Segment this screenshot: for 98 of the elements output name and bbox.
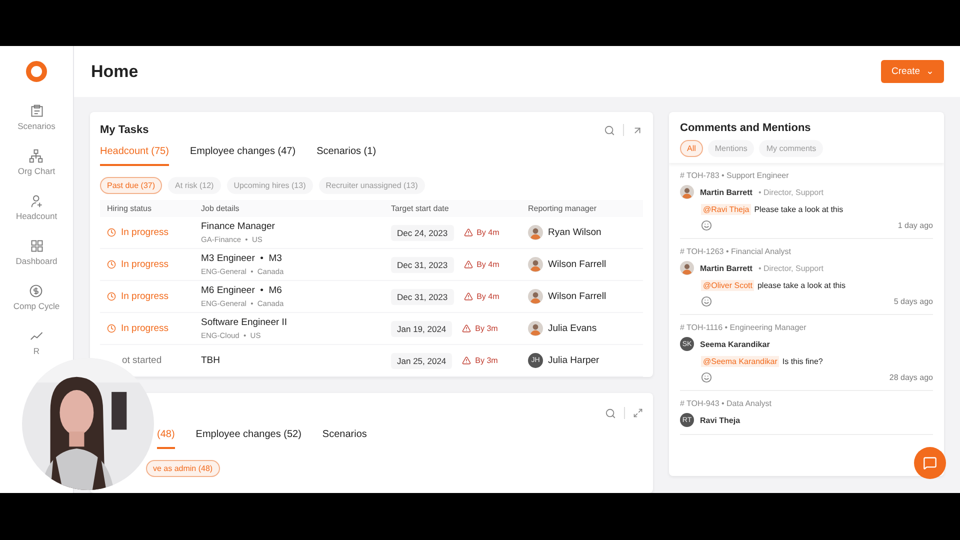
expand-icon[interactable] <box>633 408 643 418</box>
author-role: • Director, Support <box>758 264 824 272</box>
comment-time: 5 days ago <box>894 297 933 306</box>
avatar <box>528 289 543 304</box>
manager-name: Julia Evans <box>548 323 597 334</box>
comment-text: please take a look at this <box>757 281 846 290</box>
author-name: Ravi Theja <box>700 416 740 424</box>
date-chip: Jan 19, 2024 <box>391 320 452 336</box>
job-title: Software Engineer II <box>201 317 288 328</box>
mention-tag[interactable]: @Ravi Theja <box>701 204 752 215</box>
mention-tag[interactable]: @Oliver Scott <box>701 280 754 291</box>
warning-icon <box>464 292 473 301</box>
risk-label: By 3m <box>475 356 498 365</box>
job-title: Finance Manager <box>201 221 276 232</box>
job-title: M6 Engineer • M6 <box>201 285 283 296</box>
author-role: • Director, Support <box>758 188 824 196</box>
sidebar-item[interactable]: Dashboard <box>16 239 58 266</box>
status-label: In progress <box>107 323 169 334</box>
page-title: Home <box>91 62 138 82</box>
filter-chip[interactable]: Recruiter unassigned (13) <box>318 177 425 194</box>
dollar-icon <box>29 284 44 298</box>
risk-label: By 4m <box>476 228 500 237</box>
search-icon[interactable] <box>605 408 616 418</box>
job-title: M3 Engineer • M3 <box>201 253 283 264</box>
card-title: Comments and Mentions <box>680 122 812 134</box>
manager-name: Wilson Farrell <box>548 259 606 270</box>
risk-label: By 4m <box>476 260 500 269</box>
avatar <box>528 225 543 240</box>
warning-icon <box>464 260 473 269</box>
filter-chip[interactable]: Mentions <box>708 140 754 157</box>
comment-reference: # TOH-783 • Support Engineer <box>680 171 790 180</box>
date-chip: Dec 31, 2023 <box>391 288 454 304</box>
sidebar-item[interactable]: Headcount <box>16 194 58 221</box>
filter-chip[interactable]: Past due (37) <box>100 177 162 194</box>
manager-name: Julia Harper <box>548 355 600 366</box>
comment-time: 1 day ago <box>898 221 933 230</box>
job-title: TBH <box>201 355 221 366</box>
table-header: Hiring status Job details Target start date Reporting manager <box>100 200 643 217</box>
warning-icon <box>462 356 472 365</box>
clock-icon <box>107 292 116 301</box>
avatar <box>680 185 694 199</box>
sidebar-item[interactable]: Org Chart <box>18 149 56 176</box>
risk-label: By 3m <box>475 324 498 333</box>
risk-label: By 4m <box>476 292 500 301</box>
search-icon[interactable] <box>604 124 615 136</box>
warning-icon <box>464 228 473 237</box>
author-name: Martin Barrett <box>700 188 752 196</box>
org-chart-icon <box>29 149 44 163</box>
avatar <box>528 321 543 336</box>
filter-chip[interactable]: At risk (12) <box>168 177 221 194</box>
filter-chip[interactable]: All <box>680 140 703 157</box>
tab[interactable]: Employee changes (52) <box>196 427 302 449</box>
sidebar-item[interactable]: R <box>30 329 44 356</box>
chat-icon <box>923 456 937 470</box>
tab[interactable]: Scenarios <box>322 427 367 449</box>
avatar <box>680 261 694 275</box>
tab[interactable]: Employee changes (47) <box>190 144 296 166</box>
status-label: In progress <box>107 227 169 238</box>
sidebar-item[interactable]: Scenarios <box>18 104 56 131</box>
warning-icon <box>462 324 472 333</box>
person-add-icon <box>30 194 44 208</box>
manager-name: Wilson Farrell <box>548 291 606 302</box>
comment-reference: # TOH-1116 • Engineering Manager <box>680 323 808 332</box>
filter-chip[interactable]: Upcoming hires (13) <box>226 177 313 194</box>
card-title: My Tasks <box>100 124 149 136</box>
comment-text: Is this fine? <box>782 357 823 366</box>
mention-tag[interactable]: @Seema Karandikar <box>701 356 780 367</box>
grid-icon <box>30 239 44 253</box>
comment-reference: # TOH-943 • Data Analyst <box>680 399 772 408</box>
comment-reference: # TOH-1263 • Financial Analyst <box>680 247 792 256</box>
status-label: In progress <box>107 259 169 270</box>
clock-icon <box>107 324 116 333</box>
comment-text: Please take a look at this <box>754 205 844 214</box>
date-chip: Jan 25, 2024 <box>391 352 452 368</box>
avatar <box>528 257 543 272</box>
status-label: ot started <box>122 355 162 366</box>
expand-icon[interactable] <box>632 124 643 136</box>
emoji-icon[interactable] <box>701 372 712 383</box>
manager-name: Ryan Wilson <box>548 227 602 238</box>
sidebar-item[interactable]: Comp Cycle <box>13 284 60 311</box>
create-button[interactable]: Create ⌄ <box>880 60 944 83</box>
tab[interactable]: Headcount (75) <box>100 144 169 166</box>
author-name: Seema Karandikar <box>700 340 770 348</box>
clock-icon <box>107 228 116 237</box>
date-chip: Dec 24, 2023 <box>391 224 454 240</box>
author-name: Martin Barrett <box>700 264 752 272</box>
emoji-icon[interactable] <box>701 220 712 231</box>
date-chip: Dec 31, 2023 <box>391 256 454 272</box>
emoji-icon[interactable] <box>701 296 712 307</box>
filter-chip[interactable]: ve as admin (48) <box>146 460 220 477</box>
comment-time: 28 days ago <box>889 373 933 382</box>
clock-icon <box>107 260 116 269</box>
tab[interactable]: Scenarios (1) <box>316 144 376 166</box>
filter-chip[interactable]: My comments <box>759 140 824 157</box>
tab[interactable]: (48) <box>157 427 175 449</box>
app-logo[interactable] <box>26 61 47 82</box>
clipboard-icon <box>30 104 44 118</box>
status-label: In progress <box>107 291 169 302</box>
